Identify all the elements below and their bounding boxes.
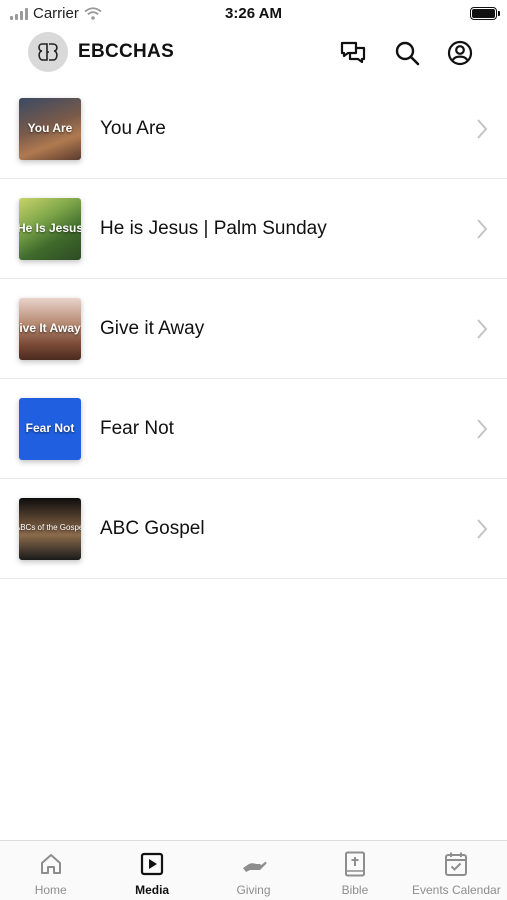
calendar-icon xyxy=(443,851,469,877)
media-thumbnail: ive It Away xyxy=(19,297,81,360)
list-item[interactable]: ive It Away Give it Away xyxy=(0,279,507,379)
chevron-right-icon xyxy=(477,418,488,439)
media-title: He is Jesus | Palm Sunday xyxy=(100,217,327,239)
tab-label: Home xyxy=(34,883,67,897)
media-title: Give it Away xyxy=(100,317,205,339)
chevron-right-icon xyxy=(477,318,488,339)
chevron-right-icon xyxy=(477,518,488,539)
bible-icon xyxy=(342,851,368,877)
media-thumbnail: He Is Jesus xyxy=(19,197,81,260)
tab-label: Giving xyxy=(236,883,271,897)
list-item[interactable]: He Is Jesus He is Jesus | Palm Sunday xyxy=(0,179,507,279)
media-thumbnail: ABCs of the Gospel xyxy=(19,497,81,560)
tab-label: Events Calendar xyxy=(411,883,501,897)
tab-label: Media xyxy=(135,883,170,897)
status-bar: Carrier 3:26 AM xyxy=(0,0,507,28)
media-title: Fear Not xyxy=(100,417,174,439)
chevron-right-icon xyxy=(477,119,488,139)
media-title: ABC Gospel xyxy=(100,517,205,539)
list-item[interactable]: You Are You Are xyxy=(0,80,507,179)
media-thumbnail: Fear Not xyxy=(19,397,81,460)
tab-giving[interactable]: Giving xyxy=(203,841,304,900)
church-logo[interactable] xyxy=(28,32,68,72)
logo-mark-icon xyxy=(38,43,58,61)
tab-events-calendar[interactable]: Events Calendar xyxy=(406,841,507,900)
chat-icon[interactable] xyxy=(339,39,367,67)
tab-media[interactable]: Media xyxy=(101,841,202,900)
status-time: 3:26 AM xyxy=(225,5,282,22)
tab-bible[interactable]: Bible xyxy=(304,841,405,900)
app-title: EBCCHAS xyxy=(78,41,175,62)
tab-label: Bible xyxy=(341,883,369,897)
list-item[interactable]: ABCs of the Gospel ABC Gospel xyxy=(0,479,507,579)
media-title: You Are xyxy=(100,118,166,139)
chevron-right-icon xyxy=(477,218,488,239)
app-header: EBCCHAS xyxy=(0,28,507,78)
media-thumbnail: You Are xyxy=(19,98,81,160)
profile-icon[interactable] xyxy=(446,39,474,67)
home-icon xyxy=(38,851,64,877)
tab-bar: Home Media Giving Bible Events Calendar xyxy=(0,840,507,900)
media-list: You Are You Are He Is Jesus He is Jesus … xyxy=(0,80,507,579)
giving-hand-icon xyxy=(241,851,267,877)
battery-icon xyxy=(470,7,500,20)
search-icon[interactable] xyxy=(393,39,421,67)
play-icon xyxy=(139,851,165,877)
tab-home[interactable]: Home xyxy=(0,841,101,900)
list-item[interactable]: Fear Not Fear Not xyxy=(0,379,507,479)
